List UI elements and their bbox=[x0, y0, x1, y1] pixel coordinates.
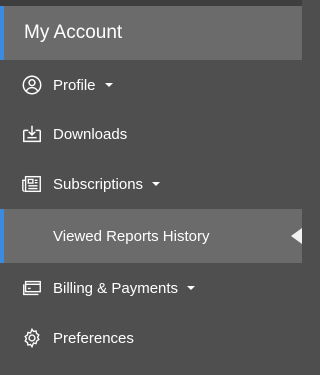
menu-item-label: Billing & Payments bbox=[53, 280, 196, 297]
menu-item-label: Subscriptions bbox=[53, 176, 161, 193]
credit-card-icon bbox=[21, 277, 43, 299]
menu-item-label: Viewed Reports History bbox=[53, 227, 210, 245]
menu-item-viewed-reports-history[interactable]: Viewed Reports History bbox=[0, 209, 302, 263]
menu-item-label: Profile bbox=[53, 77, 113, 94]
chevron-down-icon bbox=[152, 181, 161, 186]
account-sidebar: My Account Profile Downloads Subscriptio… bbox=[0, 0, 302, 375]
newspaper-icon bbox=[21, 173, 43, 195]
menu-item-preferences[interactable]: Preferences bbox=[0, 313, 302, 363]
selection-pointer-icon bbox=[291, 228, 302, 244]
menu-item-label: Preferences bbox=[53, 329, 134, 347]
menu-item-profile[interactable]: Profile bbox=[0, 60, 302, 110]
chevron-down-icon bbox=[104, 82, 113, 87]
download-box-icon bbox=[21, 123, 43, 145]
user-circle-icon bbox=[21, 74, 43, 96]
header-accent-bar bbox=[0, 6, 4, 60]
menu-item-subscriptions[interactable]: Subscriptions bbox=[0, 159, 302, 209]
account-header: My Account bbox=[0, 6, 302, 60]
menu-item-downloads[interactable]: Downloads bbox=[0, 109, 302, 159]
gear-icon bbox=[21, 327, 43, 349]
selected-accent-bar bbox=[0, 209, 4, 263]
page-title: My Account bbox=[24, 22, 123, 43]
menu-item-label: Downloads bbox=[53, 125, 128, 143]
chevron-down-icon bbox=[187, 285, 196, 290]
menu-item-billing-payments[interactable]: Billing & Payments bbox=[0, 263, 302, 313]
